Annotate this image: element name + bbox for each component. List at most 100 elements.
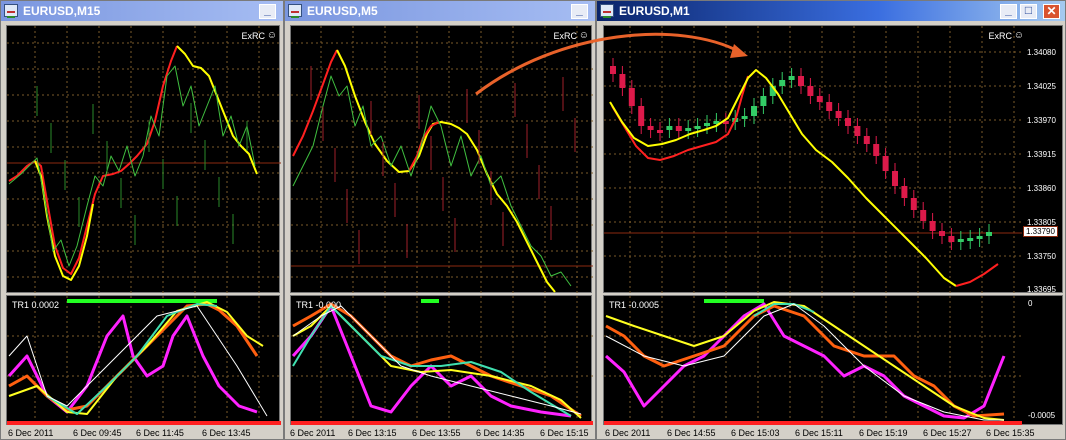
moving-average-rising xyxy=(955,263,999,287)
price-label: 1.34025 xyxy=(1027,82,1056,91)
price-chart[interactable]: ExRC ☺ xyxy=(6,25,281,294)
candle-body xyxy=(741,116,748,119)
moving-average-rising xyxy=(8,45,178,275)
signal-bar-red xyxy=(291,421,593,425)
time-label: 6 Dec 13:45 xyxy=(202,428,251,438)
indicator-scale-bottom: -0.0005 xyxy=(1028,411,1056,420)
time-label: 6 Dec 15:35 xyxy=(986,428,1035,438)
price-label: 1.33915 xyxy=(1027,150,1056,159)
window-title: EURUSD,M1 xyxy=(619,4,690,18)
candle-body xyxy=(854,126,861,136)
candle-body xyxy=(685,128,692,131)
chart-window-icon xyxy=(4,4,18,18)
candle-body xyxy=(666,126,673,130)
time-label: 6 Dec 13:55 xyxy=(412,428,461,438)
close-button[interactable]: ✕ xyxy=(1043,4,1060,19)
candle-body xyxy=(929,221,936,231)
minimize-button[interactable]: _ xyxy=(571,4,588,19)
candle-body xyxy=(788,76,795,80)
chart-window-m1[interactable]: EURUSD,M1 _ □ ✕ ExRC ☺ 1.34080 1.34025 1… xyxy=(596,0,1066,440)
price-chart[interactable]: ExRC ☺ 1.34080 1.34025 1.33970 1.33915 1… xyxy=(603,25,1064,294)
candle-body xyxy=(948,236,955,242)
candle-body xyxy=(619,74,626,88)
candle-body xyxy=(967,238,974,241)
candle-body xyxy=(628,88,635,106)
expert-label: ExRC xyxy=(988,31,1012,41)
price-label: 1.34080 xyxy=(1027,48,1056,57)
time-axis: 6 Dec 2011 6 Dec 14:55 6 Dec 15:03 6 Dec… xyxy=(603,427,1063,439)
candle-body xyxy=(939,231,945,236)
candle-body xyxy=(920,210,927,221)
indicator-label: TR1 0.0002 xyxy=(12,300,60,310)
candle-body xyxy=(638,106,645,126)
indicator-label: TR1 -0.0005 xyxy=(609,300,660,310)
chart-window-icon xyxy=(600,4,614,18)
price-axis: 1.34080 1.34025 1.33970 1.33915 1.33860 … xyxy=(1022,26,1064,294)
candle-body xyxy=(901,186,908,198)
time-label: 6 Dec 15:11 xyxy=(795,428,843,438)
candle-body xyxy=(863,136,870,144)
price-label: 1.33860 xyxy=(1027,184,1056,193)
signal-bar-green xyxy=(421,299,439,303)
chart-window-m5[interactable]: EURUSD,M5 _ ExRC ☺ TR1 -0.000 6 Dec 2011… xyxy=(284,0,596,440)
candle-body xyxy=(816,96,823,102)
minimize-button[interactable]: _ xyxy=(259,4,276,19)
candle-body xyxy=(835,111,842,118)
candle-body xyxy=(976,236,983,239)
candle-body xyxy=(647,126,654,130)
window-titlebar[interactable]: EURUSD,M15 _ xyxy=(1,1,283,21)
indicator-scale-top: 0 xyxy=(1028,299,1033,308)
window-title: EURUSD,M15 xyxy=(23,4,101,18)
chart-window-m15[interactable]: EURUSD,M15 _ ExRC ☺ TR1 0.0002 6 Dec 201… xyxy=(0,0,284,440)
moving-average-falling xyxy=(336,49,556,293)
window-titlebar[interactable]: EURUSD,M5 _ xyxy=(285,1,595,21)
candle-body xyxy=(694,126,701,129)
maximize-button[interactable]: □ xyxy=(1020,4,1037,19)
indicator-canvas xyxy=(7,296,281,426)
time-label: 6 Dec 14:55 xyxy=(667,428,716,438)
indicator-chart[interactable]: TR1 0.0002 xyxy=(6,295,281,426)
price-label: 1.33695 xyxy=(1027,285,1056,294)
candle-body xyxy=(751,106,757,116)
price-chart-canvas xyxy=(291,26,593,294)
signal-bar-red xyxy=(604,421,1022,425)
time-axis: 6 Dec 2011 6 Dec 09:45 6 Dec 11:45 6 Dec… xyxy=(6,427,280,439)
minimize-button[interactable]: _ xyxy=(1000,4,1017,19)
time-label: 6 Dec 13:15 xyxy=(348,428,397,438)
indicator-chart[interactable]: TR1 -0.000 xyxy=(290,295,593,426)
candle-body xyxy=(892,171,898,186)
candle-body xyxy=(807,86,814,96)
candle-body xyxy=(657,130,663,133)
price-label: 1.33970 xyxy=(1027,116,1056,125)
time-label: 6 Dec 2011 xyxy=(605,428,651,438)
signal-bar-red xyxy=(7,421,281,425)
smiley-icon: ☺ xyxy=(578,30,589,41)
moving-average-rising xyxy=(408,121,440,172)
oscillator-white xyxy=(605,303,1004,421)
price-chart-canvas xyxy=(7,26,281,294)
time-axis: 6 Dec 2011 6 Dec 13:15 6 Dec 13:55 6 Dec… xyxy=(290,427,592,439)
window-titlebar[interactable]: EURUSD,M1 _ □ ✕ xyxy=(597,1,1065,21)
candle-body xyxy=(873,144,880,156)
signal-bar-green xyxy=(704,299,764,303)
indicator-label: TR1 -0.000 xyxy=(296,300,342,310)
indicator-chart[interactable]: TR1 -0.0005 0 -0.0005 xyxy=(603,295,1063,426)
time-label: 6 Dec 11:45 xyxy=(136,428,184,438)
candle-body xyxy=(798,76,804,86)
candle-body xyxy=(704,123,710,126)
price-chart[interactable]: ExRC ☺ xyxy=(290,25,593,294)
price-chart-canvas xyxy=(604,26,1022,294)
time-label: 6 Dec 15:03 xyxy=(731,428,780,438)
price-label: 1.33750 xyxy=(1027,252,1056,261)
candle-body xyxy=(760,96,767,106)
current-price-label: 1.33790 xyxy=(1023,226,1058,237)
candle-body xyxy=(845,118,851,126)
indicator-canvas xyxy=(291,296,593,426)
expert-label: ExRC xyxy=(241,31,265,41)
window-title: EURUSD,M5 xyxy=(307,4,378,18)
candle-body xyxy=(610,66,616,74)
expert-label: ExRC xyxy=(553,31,577,41)
moving-average-falling xyxy=(176,45,258,175)
candle-body xyxy=(826,102,833,111)
time-label: 6 Dec 2011 xyxy=(290,428,336,438)
